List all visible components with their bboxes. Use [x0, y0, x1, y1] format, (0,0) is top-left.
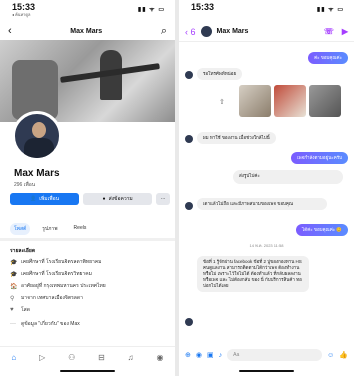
- home-icon: 🏠: [10, 283, 18, 290]
- emoji-icon[interactable]: ☺: [327, 352, 334, 359]
- detail-row: ♥ โสด: [10, 306, 30, 314]
- page-title: Max Mars: [70, 27, 103, 35]
- detail-text: มาจาก เทศบาลเมืองจิตรลดา: [21, 295, 83, 301]
- message-label: ส่งข้อความ: [108, 196, 133, 202]
- heart-icon: ♥: [10, 307, 14, 313]
- home-indicator: [239, 370, 294, 372]
- detail-text: เคยศึกษาที่ โรงเรียนจิตรลดาพิทยาคม: [21, 259, 102, 265]
- notifications-tab-icon[interactable]: ♫: [128, 353, 134, 362]
- message-button[interactable]: ● ส่งข้อความ: [83, 193, 153, 205]
- more-options-button[interactable]: ···: [156, 193, 170, 205]
- avatar-suit: [24, 138, 54, 158]
- details-heading: รายละเอียด: [10, 248, 36, 254]
- mic-icon[interactable]: ♪: [219, 352, 223, 359]
- education-icon: 🎓: [10, 271, 18, 278]
- detail-row: 🎓 เคยศึกษาที่ โรงเรียนจิตรวิทยาคม: [10, 270, 92, 278]
- contact-avatar[interactable]: [200, 26, 212, 37]
- more-icon: ···: [10, 321, 16, 327]
- detail-text: ดูข้อมูล "เกี่ยวกับ" ของ Max: [21, 321, 80, 327]
- share-icon[interactable]: ⇧: [219, 98, 225, 106]
- message-in[interactable]: เดาแล้วไม่ถือ และมีภาพสนามของเพจ ขอบคุณ: [197, 198, 327, 210]
- profile-header: ‹ Max Mars ⌕: [0, 22, 175, 40]
- contact-name[interactable]: Max Mars: [217, 28, 249, 35]
- profile-name: Max Mars: [14, 168, 60, 179]
- add-friend-button[interactable]: 👤 เพิ่มเพื่อน: [10, 193, 80, 205]
- messenger-icon: ●: [102, 196, 106, 202]
- sender-avatar: [185, 318, 193, 326]
- gallery-icon[interactable]: ▣: [207, 351, 214, 359]
- detail-row: 🎓 เคยศึกษาที่ โรงเรียนจิตรลดาพิทยาคม: [10, 258, 101, 266]
- friends-tab-icon[interactable]: ⚇: [68, 353, 75, 362]
- message-in[interactable]: ผม หาใช้ ของงาน เมื่อช่วงใกล้ไปนี้: [197, 132, 276, 144]
- search-icon[interactable]: ⌕: [161, 25, 167, 38]
- message-timestamp: 14 พ.ค. 2023 11:58: [249, 243, 284, 248]
- add-friend-icon: 👤: [30, 196, 37, 202]
- shared-image[interactable]: [309, 85, 341, 117]
- screenshot-composite: 15:33 ◂ ค้นหาดูล ▮▮ ᯤ ▭ ‹ Max Mars ⌕ Max…: [0, 0, 354, 376]
- shared-image[interactable]: [239, 85, 271, 117]
- detail-text: อาศัยอยู่ที่ กรุงเทพมหานคร ประเทศไทย: [21, 283, 106, 289]
- chat-header: ‹ 6 Max Mars ☏ ▶: [179, 22, 354, 42]
- profile-tabs: โพสต์ รูปภาพ Reels: [10, 223, 90, 235]
- sender-avatar: [185, 71, 193, 79]
- tab-posts[interactable]: โพสต์: [10, 223, 31, 235]
- marketplace-tab-icon[interactable]: ⊟: [98, 353, 105, 362]
- education-icon: 🎓: [10, 259, 18, 266]
- message-in[interactable]: ส่งรูปไปค่ะ: [233, 170, 343, 184]
- facebook-profile-screen: 15:33 ◂ ค้นหาดูล ▮▮ ᯤ ▭ ‹ Max Mars ⌕ Max…: [0, 0, 175, 376]
- message-out[interactable]: เพจกำลังตามอยู่นะครับ: [291, 152, 348, 164]
- message-out[interactable]: ค่ะ ขอบคุณค่ะ: [308, 52, 348, 64]
- like-icon[interactable]: 👍: [339, 351, 348, 359]
- tab-reels[interactable]: Reels: [70, 223, 91, 235]
- tab-photos[interactable]: รูปภาพ: [38, 223, 61, 235]
- sender-avatar: [185, 135, 193, 143]
- sender-avatar: [185, 202, 193, 210]
- message-in[interactable]: ข้อที่ 1 รู้จักผ่าน facebook ข้อที่ 2 ปู…: [197, 256, 309, 292]
- add-friend-label: เพิ่มเพื่อน: [39, 196, 60, 202]
- phone-icon[interactable]: ☏: [324, 27, 334, 36]
- friend-count[interactable]: 296 เพื่อน: [14, 181, 35, 189]
- status-time: 15:33: [191, 2, 215, 12]
- section-divider: [0, 238, 175, 241]
- messenger-chat-screen: 15:33 ▮▮ ᯤ ▭ ‹ 6 Max Mars ☏ ▶ ค่ะ ขอบคุณ…: [179, 0, 354, 376]
- status-bar: 15:33 ◂ ค้นหาดูล ▮▮ ᯤ ▭: [0, 0, 175, 22]
- shared-images: [239, 85, 341, 117]
- shared-image[interactable]: [274, 85, 306, 117]
- location-icon: ⚲: [10, 295, 15, 302]
- message-out[interactable]: ได้ค่ะ ขอบคุณค่ะ 😊: [296, 224, 348, 236]
- status-bar: 15:33 ▮▮ ᯤ ▭: [179, 0, 354, 22]
- chat-actions: ☏ ▶: [324, 27, 348, 36]
- message-in[interactable]: รอโทรศัพท์หน่อย: [197, 68, 243, 80]
- avatar-head: [32, 122, 46, 138]
- profile-tab-icon[interactable]: ◉: [157, 353, 164, 362]
- see-about-link[interactable]: ··· ดูข้อมูล "เกี่ยวกับ" ของ Max: [10, 320, 80, 328]
- system-icons: ▮▮ ᯤ ▭: [137, 7, 165, 13]
- system-icons: ▮▮ ᯤ ▭: [316, 7, 344, 13]
- apps-icon[interactable]: ⊕: [185, 351, 191, 359]
- home-indicator: [60, 370, 115, 372]
- profile-avatar[interactable]: [12, 111, 62, 161]
- video-call-icon[interactable]: ▶: [342, 27, 348, 36]
- detail-text: โสด: [21, 307, 30, 313]
- detail-text: เคยศึกษาที่ โรงเรียนจิตรวิทยาคม: [21, 271, 92, 277]
- profile-actions: 👤 เพิ่มเพื่อน ● ส่งข้อความ ···: [10, 193, 170, 205]
- message-composer: ⊕ ◉ ▣ ♪ Aa ☺ 👍: [179, 346, 354, 364]
- bottom-navigation: ⌂ ▷ ⚇ ⊟ ♫ ◉: [0, 346, 175, 368]
- detail-row: 🏠 อาศัยอยู่ที่ กรุงเทพมหานคร ประเทศไทย: [10, 282, 106, 290]
- video-tab-icon[interactable]: ▷: [39, 353, 45, 362]
- message-input[interactable]: Aa: [227, 349, 323, 361]
- status-time: 15:33: [12, 2, 36, 12]
- back-icon[interactable]: ‹ 6: [185, 27, 196, 37]
- detail-row: ⚲ มาจาก เทศบาลเมืองจิตรลดา: [10, 294, 83, 302]
- camera-icon[interactable]: ◉: [196, 351, 202, 359]
- home-tab-icon[interactable]: ⌂: [11, 353, 16, 362]
- status-back-app[interactable]: ◂ ค้นหาดูล: [12, 12, 35, 17]
- back-icon[interactable]: ‹: [8, 25, 12, 37]
- cover-photo[interactable]: [0, 40, 175, 122]
